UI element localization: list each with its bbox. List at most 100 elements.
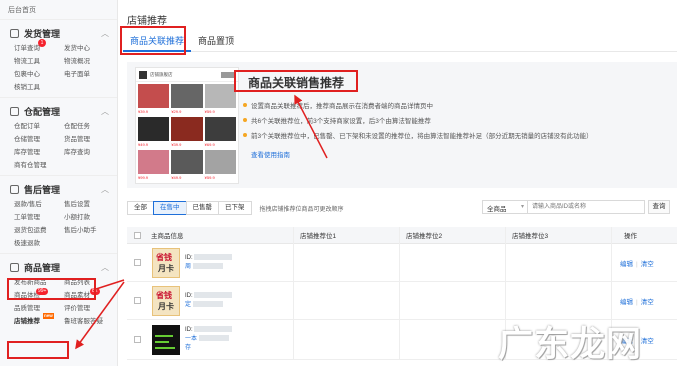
shop-avatar — [139, 70, 147, 79]
sidebar-item-verify-tools[interactable]: 核销工具 — [14, 83, 64, 93]
product-name-link[interactable]: 一本 — [185, 336, 197, 342]
sidebar-item[interactable]: 售后设置 — [64, 200, 114, 210]
phone-preview-image: 店铺旗舰店 ¥39.9 ¥29.9 ¥59.9 ¥49.9 ¥39.9 ¥69.… — [135, 67, 239, 184]
filter-all-button[interactable]: 全部 — [127, 201, 154, 215]
sidebar-item[interactable]: 库存管理 — [14, 148, 64, 158]
sidebar-group-header[interactable]: 仓配管理 ︿ — [0, 102, 117, 120]
row-checkbox[interactable] — [134, 336, 141, 343]
banner-bullet: 共6个关联推荐位，前3个支持商家设置，后3个由算法智能推荐 — [243, 112, 593, 127]
sidebar-item[interactable]: 库存查询 — [64, 148, 114, 158]
preview-product: ¥59.9 — [204, 150, 236, 181]
page-title: 店铺推荐 — [127, 16, 167, 27]
search-input[interactable] — [528, 200, 645, 214]
sidebar-item[interactable]: 极速退款 — [14, 239, 64, 249]
product-info: ID: 定 — [185, 291, 233, 310]
col-actions: 操作 — [624, 233, 637, 240]
tab-product-pin[interactable]: 商品置顶 — [191, 30, 241, 52]
shield-icon — [10, 184, 19, 194]
preview-product: ¥69.9 — [204, 117, 236, 148]
sidebar-item[interactable]: 退货包运费 — [14, 226, 64, 236]
clear-link[interactable]: 清空 — [641, 338, 654, 345]
sidebar-item-logistics-overview[interactable]: 物流概况 — [64, 57, 114, 67]
sidebar-group-warehouse: 仓配管理 ︿ 仓配订单 仓配任务 仓储管理 货品管理 库存管理 库存查询 商有仓… — [0, 98, 117, 176]
product-thumbnail: 省钱 月卡 — [152, 247, 180, 278]
col-slot-2: 店铺推荐位2 — [406, 233, 443, 240]
chevron-up-icon[interactable]: ︿ — [101, 28, 109, 39]
sidebar-item[interactable]: 仓储管理 — [14, 135, 64, 145]
chevron-down-icon: ▾ — [520, 204, 524, 210]
preview-product: ¥49.9 — [138, 117, 170, 148]
banner-bullets: 设置商品关联推荐后，推荐商品展示在消费者端的商品详情页中 共6个关联推荐位，前3… — [243, 97, 593, 142]
product-scope-select[interactable]: 全商品 ▾ — [482, 200, 528, 214]
box-icon — [10, 262, 19, 272]
main-content: 店铺推荐 商品关联推荐 商品置顶 店铺旗舰店 ¥39.9 ¥29.9 ¥59.9… — [119, 0, 681, 366]
col-slot-3: 店铺推荐位3 — [512, 233, 549, 240]
sidebar-item[interactable]: 小额打款 — [64, 213, 114, 223]
annotation-box-tab — [120, 26, 186, 55]
clear-link[interactable]: 清空 — [641, 261, 654, 268]
preview-product: ¥39.9 — [138, 84, 170, 115]
edit-link[interactable]: 编辑 — [620, 299, 633, 306]
usage-guide-link[interactable]: 查看使用指南 — [251, 149, 290, 159]
sidebar-item[interactable]: 仓配任务 — [64, 122, 114, 132]
watermark: 广东龙网 — [498, 325, 643, 365]
filter-on-sale-button[interactable]: 在售中 — [153, 201, 187, 215]
sidebar-item-luban-qa[interactable]: 鲁班客服答疑 — [64, 317, 114, 327]
sidebar-item-reviews[interactable]: 评价管理 — [64, 304, 114, 314]
banner-bullet: 前3个关联推荐位中，已售罄、已下架和未设置的推荐位，将由算法智能推荐补足（部分近… — [243, 127, 593, 142]
chevron-up-icon[interactable]: ︿ — [101, 184, 109, 195]
edit-link[interactable]: 编辑 — [620, 261, 633, 268]
preview-product: ¥59.9 — [204, 84, 236, 115]
row-checkbox[interactable] — [134, 297, 141, 304]
sidebar-item-e-waybill[interactable]: 电子面单 — [64, 70, 114, 80]
filter-removed-button[interactable]: 已下架 — [218, 201, 252, 215]
col-slot-1: 店铺推荐位1 — [300, 233, 337, 240]
preview-product: ¥99.9 — [138, 150, 170, 181]
chevron-up-icon[interactable]: ︿ — [101, 262, 109, 273]
select-all-checkbox[interactable] — [134, 231, 141, 239]
product-thumbnail — [152, 324, 180, 355]
sidebar-item-logistics-tools[interactable]: 物流工具 — [14, 57, 64, 67]
preview-product: ¥49.9 — [171, 150, 203, 181]
intro-banner: 店铺旗舰店 ¥39.9 ¥29.9 ¥59.9 ¥49.9 ¥39.9 ¥69.… — [127, 62, 677, 188]
sidebar-item[interactable]: 商有仓管理 — [14, 161, 64, 171]
sidebar-item-shipping-center[interactable]: 发货中心 — [64, 44, 114, 54]
product-name-link[interactable]: 周 — [185, 264, 191, 270]
product-info: ID: 一本 存 — [185, 326, 233, 353]
sidebar-group-aftersale: 售后管理 ︿ 退款/售后 售后设置 工单管理 小额打款 退货包运费 售后小助手 … — [0, 176, 117, 254]
col-main-product: 主商品信息 — [151, 233, 184, 240]
sidebar-item[interactable]: 仓配订单 — [14, 122, 64, 132]
sidebar-group-header[interactable]: 售后管理 ︿ — [0, 180, 117, 198]
sidebar-item-quality[interactable]: 品质管理 — [14, 304, 64, 314]
sidebar-group-title: 商品管理 — [24, 262, 61, 273]
row-actions: 编辑 | 清空 — [620, 298, 654, 306]
row-actions: 编辑 | 清空 — [620, 260, 654, 268]
sidebar-item-order-query[interactable]: 订单查询 1 — [14, 39, 64, 54]
shop-name: 店铺旗舰店 — [150, 71, 173, 77]
product-name-link[interactable]: 定 — [185, 302, 191, 308]
annotation-box-products-group — [7, 278, 96, 300]
chevron-up-icon[interactable]: ︿ — [101, 106, 109, 117]
new-badge: new — [43, 313, 54, 319]
follow-button-preview — [221, 71, 235, 78]
sidebar-home-link[interactable]: 后台首页 — [0, 0, 117, 20]
sidebar-group-title: 发货管理 — [24, 28, 61, 39]
sidebar-group-shipping: 发货管理 ︿ 订单查询 1 发货中心 物流工具 物流概况 包裹中心 电子面单 核销… — [0, 20, 117, 98]
preview-product: ¥39.9 — [171, 117, 203, 148]
sidebar-group-title: 售后管理 — [24, 184, 61, 195]
clear-link[interactable]: 清空 — [641, 299, 654, 306]
sidebar-item-package-center[interactable]: 包裹中心 — [14, 70, 64, 80]
drag-tip: 拖拽店铺推荐位商品可更改顺序 — [259, 206, 344, 213]
sidebar-item[interactable]: 退款/售后 — [14, 200, 64, 210]
sidebar-item[interactable]: 售后小助手 — [64, 226, 114, 236]
sidebar-item[interactable]: 工单管理 — [14, 213, 64, 223]
table-row: 省钱 月卡 ID: 周 编辑 | 清空 — [127, 244, 677, 282]
filter-sold-out-button[interactable]: 已售罄 — [185, 201, 219, 215]
sidebar-group-header[interactable]: 商品管理 ︿ — [0, 258, 117, 276]
sidebar-item[interactable]: 货品管理 — [64, 135, 114, 145]
sidebar-item-store-recommend[interactable]: 店铺推荐 new — [14, 313, 64, 327]
search-button[interactable]: 查询 — [648, 200, 670, 214]
sidebar-group-header[interactable]: 发货管理 ︿ — [0, 24, 117, 42]
row-checkbox[interactable] — [134, 259, 141, 266]
product-info: ID: 周 — [185, 253, 233, 272]
